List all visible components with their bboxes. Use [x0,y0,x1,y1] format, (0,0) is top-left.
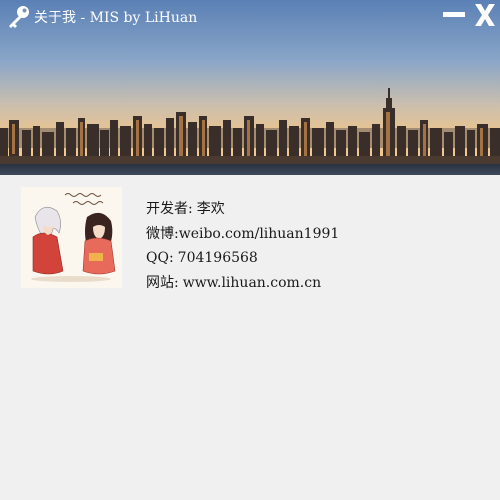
website-label: 网站: [146,274,179,291]
close-button[interactable] [472,2,498,28]
qq-row: QQ: 704196568 [146,246,339,271]
weibo-label: 微博: [146,225,179,242]
anime-illustration-image [21,187,122,288]
close-icon [475,4,495,26]
about-info: 开发者: 李欢 微博:weibo.com/lihuan1991 QQ: 704196… [146,197,339,295]
developer-value: 李欢 [196,201,225,217]
website-row: 网站: www.lihuan.com.cn [146,271,339,296]
minimize-icon [443,12,465,17]
key-icon [6,4,32,30]
window-title: 关于我 - MIS by LiHuan [34,10,198,26]
header-banner: 关于我 - MIS by LiHuan [0,0,500,175]
website-value: www.lihuan.com.cn [182,274,322,291]
qq-value: 704196568 [177,250,258,266]
weibo-value: weibo.com/lihuan1991 [178,225,340,242]
weibo-row: 微博:weibo.com/lihuan1991 [146,222,339,247]
about-window: 关于我 - MIS by LiHuan 开发者: 李欢 微博:weibo.com… [0,0,500,500]
minimize-button[interactable] [441,2,467,28]
developer-label: 开发者: [146,201,193,217]
developer-row: 开发者: 李欢 [146,197,339,222]
developer-avatar [21,187,122,288]
qq-label: QQ: [146,250,174,266]
